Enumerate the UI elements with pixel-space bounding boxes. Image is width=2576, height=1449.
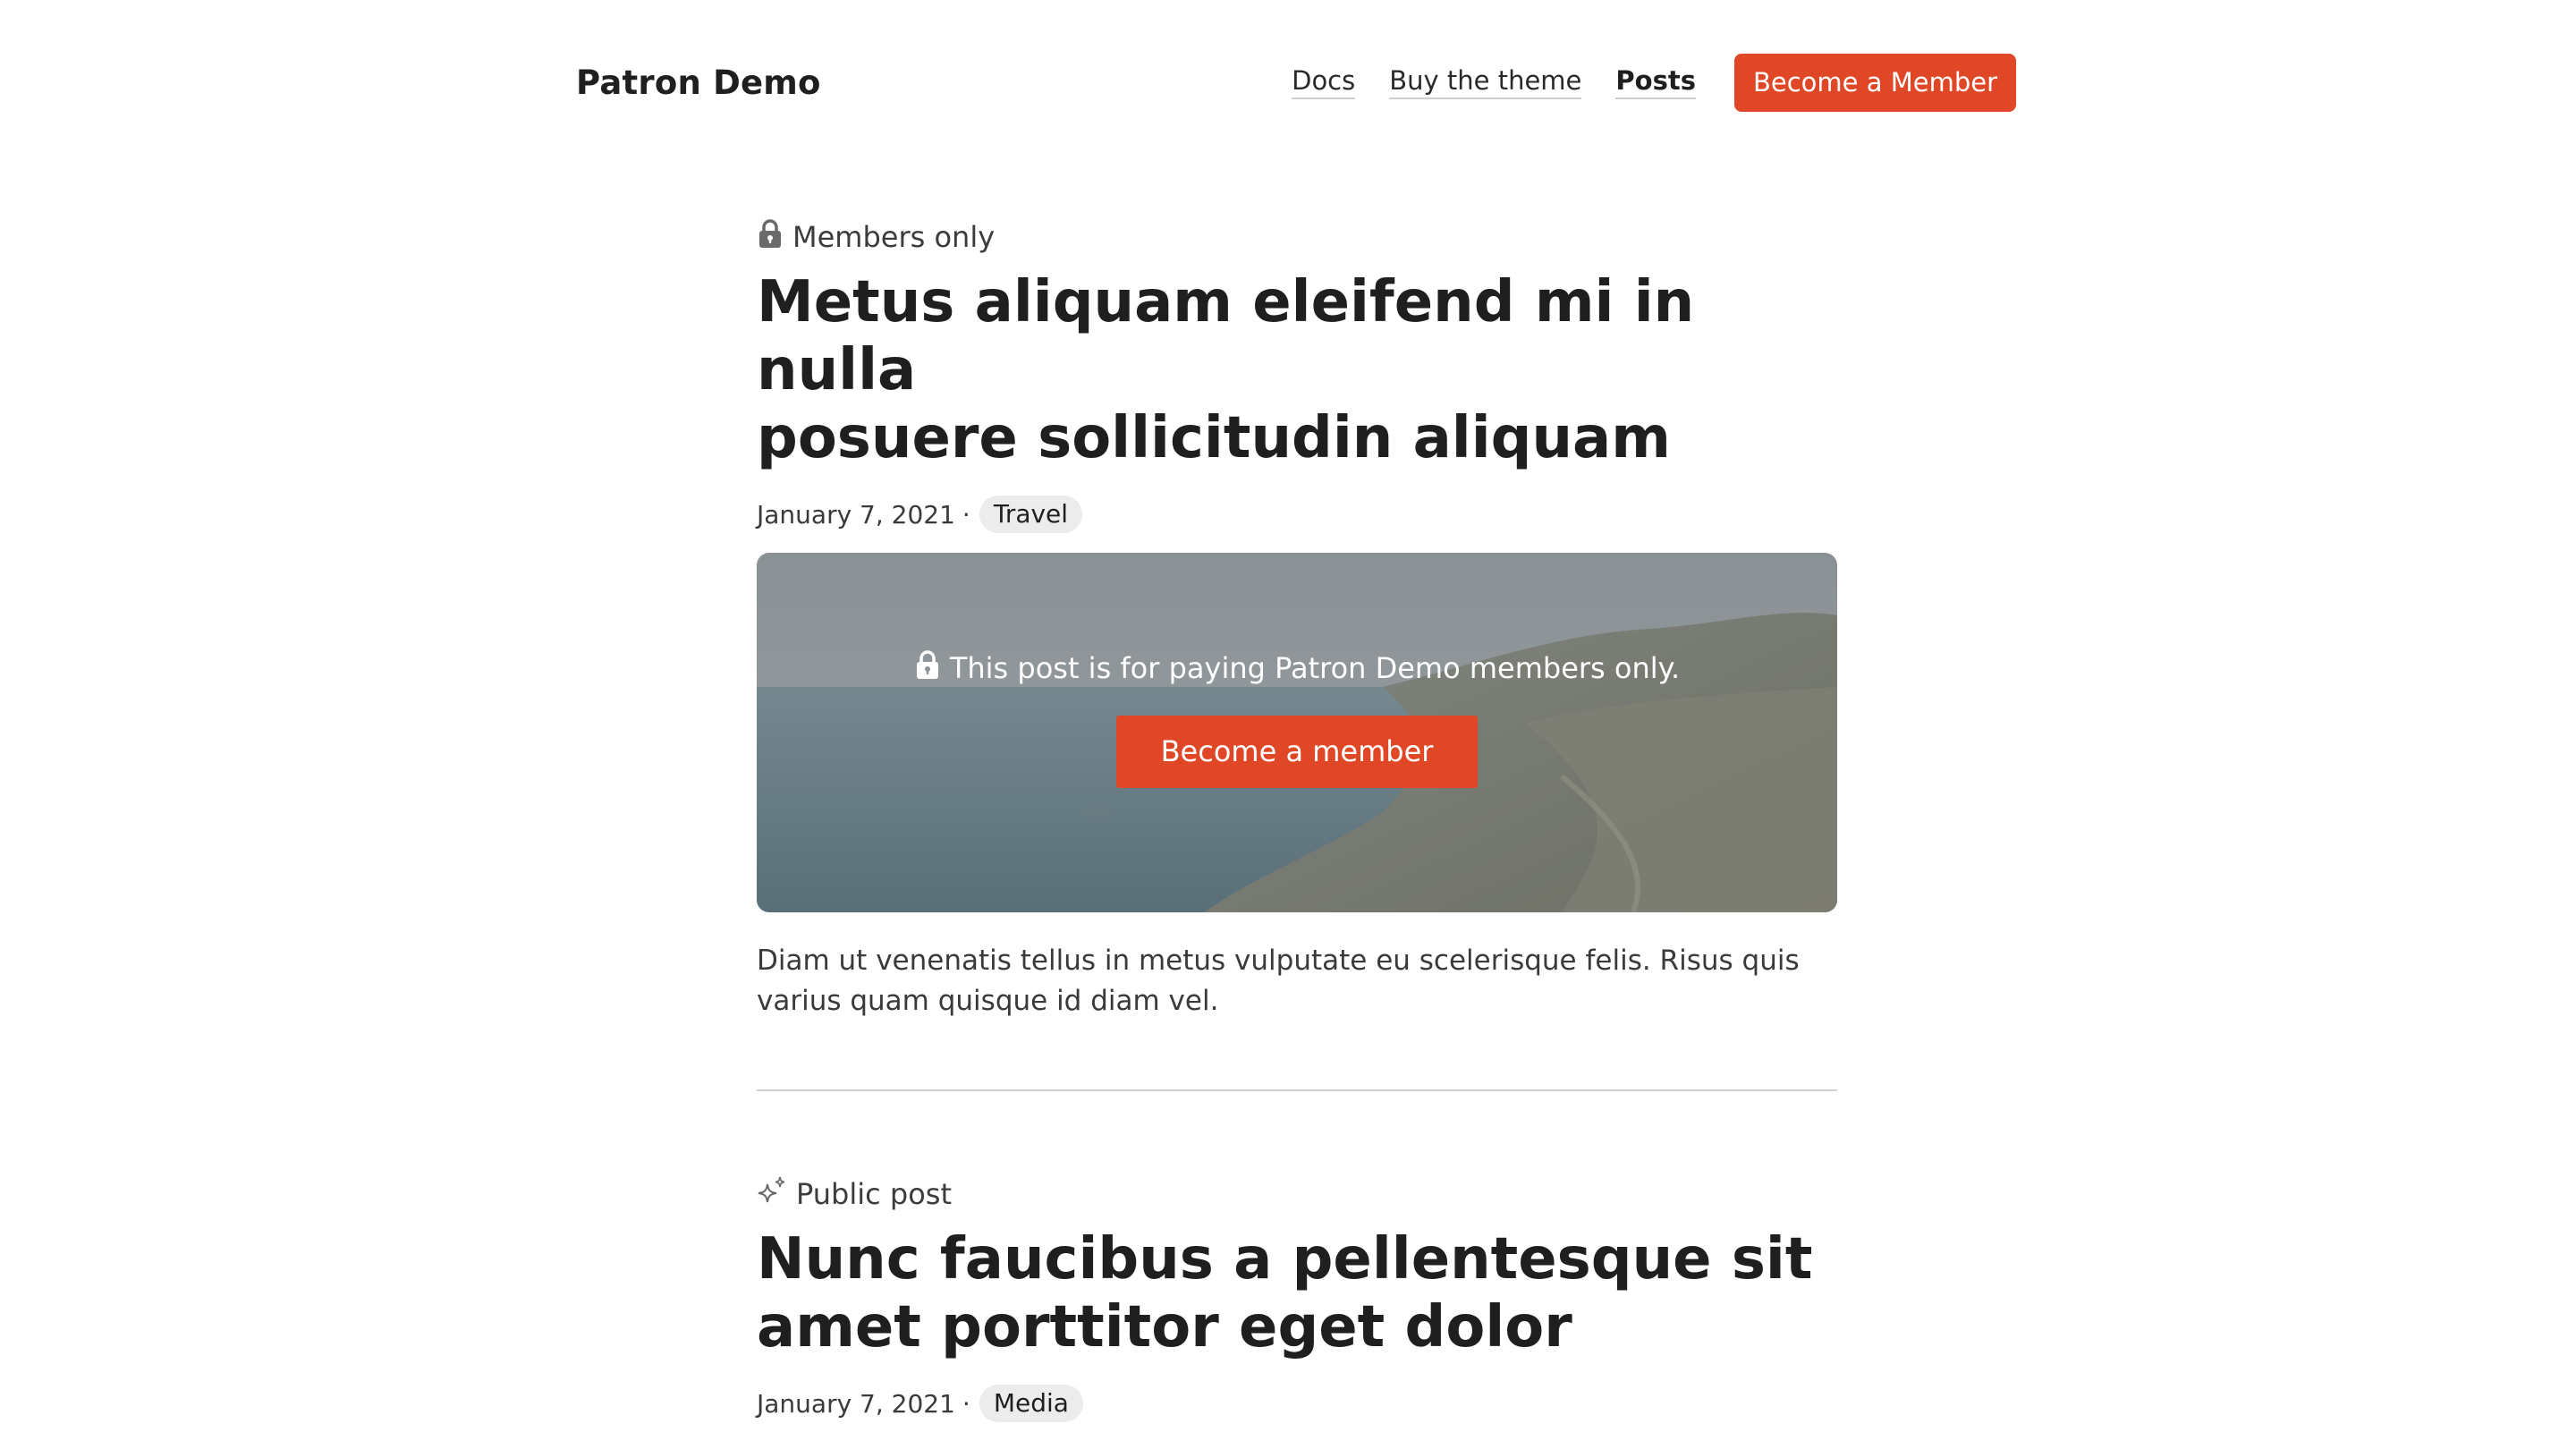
paywall-message-text: This post is for paying Patron Demo memb… (949, 651, 1681, 685)
post-title[interactable]: Metus aliquam eleifend mi in nulla posue… (757, 268, 1837, 472)
post-access-label: Public post (757, 1175, 1837, 1213)
post-access-label: Members only (757, 218, 1837, 256)
post-access-text: Members only (792, 220, 996, 254)
meta-separator: · (962, 1388, 970, 1419)
meta-separator: · (962, 499, 970, 530)
main-nav: Docs Buy the theme Posts Become a Member (1292, 53, 2016, 112)
post-meta: January 7, 2021 · Media (757, 1385, 1837, 1422)
nav-buy-the-theme[interactable]: Buy the theme (1389, 65, 1582, 100)
post-title-line: amet porttitor eget dolor (757, 1294, 1572, 1360)
post-excerpt-line: varius quam quisque id diam vel. (757, 985, 1219, 1017)
nav-docs[interactable]: Docs (1292, 65, 1356, 100)
site-header: Patron Demo Docs Buy the theme Posts Bec… (576, 49, 2016, 115)
nav-posts[interactable]: Posts (1615, 65, 1696, 100)
post-card-public: Public post Nunc faucibus a pellentesque… (757, 1175, 1837, 1422)
post-date: January 7, 2021 (757, 499, 955, 530)
sparkle-icon (757, 1175, 787, 1213)
post-card-members: Members only Metus aliquam eleifend mi i… (757, 218, 1837, 1021)
post-meta: January 7, 2021 · Travel (757, 496, 1837, 533)
post-title-line: Metus aliquam eleifend mi in nulla (757, 269, 1695, 403)
post-title-line: posuere sollicitudin aliquam (757, 405, 1671, 471)
paywall-feature-image: This post is for paying Patron Demo memb… (757, 553, 1837, 912)
post-date: January 7, 2021 (757, 1388, 955, 1419)
post-tag[interactable]: Media (979, 1385, 1083, 1422)
post-excerpt-line: Diam ut venenatis tellus in metus vulput… (757, 945, 1800, 977)
lock-icon (914, 649, 941, 687)
become-member-paywall-button[interactable]: Become a member (1116, 716, 1478, 788)
paywall-content: This post is for paying Patron Demo memb… (757, 649, 1837, 788)
paywall-message: This post is for paying Patron Demo memb… (914, 649, 1680, 687)
lock-icon (757, 218, 784, 256)
post-tag[interactable]: Travel (979, 496, 1083, 533)
post-excerpt: Diam ut venenatis tellus in metus vulput… (757, 941, 1837, 1021)
post-title[interactable]: Nunc faucibus a pellentesque sit amet po… (757, 1225, 1837, 1361)
post-title-line: Nunc faucibus a pellentesque sit (757, 1226, 1813, 1292)
post-access-text: Public post (796, 1177, 952, 1211)
post-divider (757, 1089, 1837, 1091)
become-member-header-button[interactable]: Become a Member (1733, 53, 2016, 112)
site-title[interactable]: Patron Demo (576, 64, 821, 102)
